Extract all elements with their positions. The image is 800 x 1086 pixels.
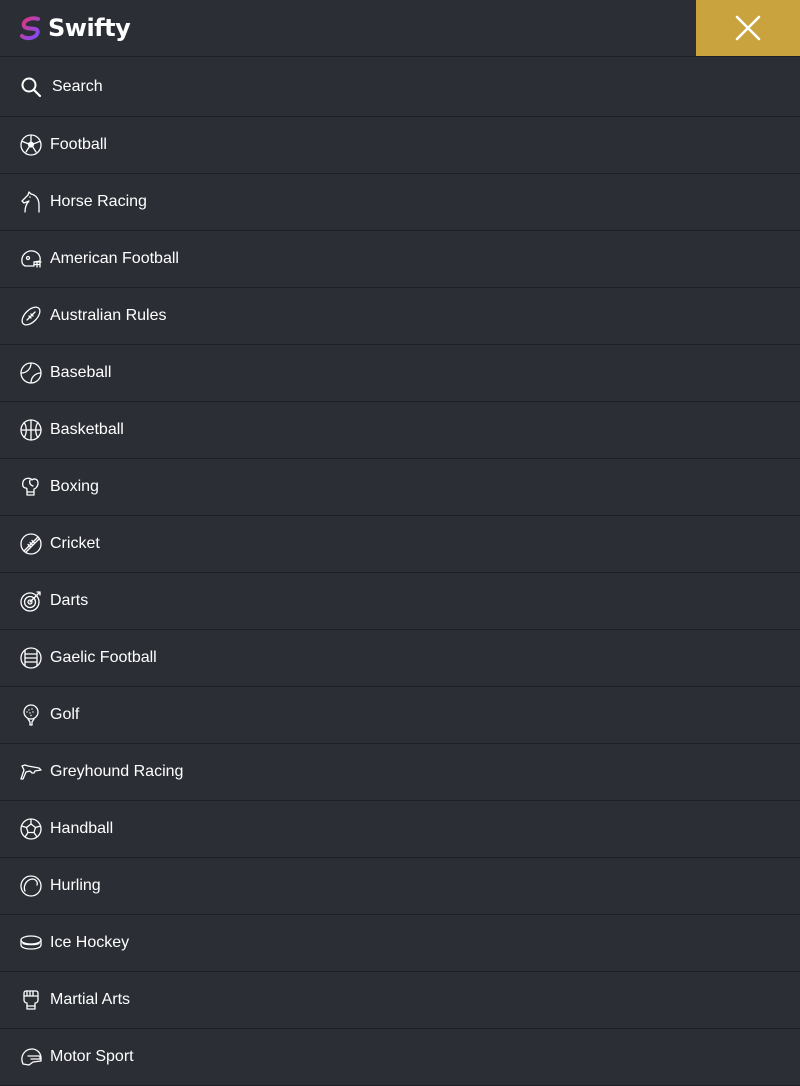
football-icon — [19, 133, 43, 157]
greyhound-icon — [19, 760, 43, 784]
sport-item-gaelic-football[interactable]: Gaelic Football — [0, 630, 800, 687]
sport-item-basketball[interactable]: Basketball — [0, 402, 800, 459]
sport-item-label: Hurling — [50, 877, 101, 894]
brand-name: Swifty — [48, 14, 131, 42]
sport-item-horse-racing[interactable]: Horse Racing — [0, 174, 800, 231]
mma-glove-icon — [19, 988, 43, 1012]
gaelic-ball-icon — [19, 646, 43, 670]
sport-item-label: Gaelic Football — [50, 649, 157, 666]
sport-item-label: Horse Racing — [50, 193, 147, 210]
sport-item-label: Golf — [50, 706, 80, 723]
sport-item-label: Greyhound Racing — [50, 763, 184, 780]
sport-item-cricket[interactable]: Cricket — [0, 516, 800, 573]
sport-item-hurling[interactable]: Hurling — [0, 858, 800, 915]
baseball-icon — [19, 361, 43, 385]
horse-icon — [19, 190, 43, 214]
search-icon — [21, 77, 42, 97]
oval-ball-icon — [19, 304, 43, 328]
sport-item-label: Martial Arts — [50, 991, 131, 1008]
sport-item-label: Handball — [50, 820, 114, 837]
sport-item-boxing[interactable]: Boxing — [0, 459, 800, 516]
sport-item-motor-sport[interactable]: Motor Sport — [0, 1029, 800, 1086]
dartboard-icon — [19, 589, 43, 613]
sport-item-label: Cricket — [50, 535, 100, 552]
handball-icon — [19, 817, 43, 841]
sport-item-label: Baseball — [50, 364, 112, 381]
sport-item-darts[interactable]: Darts — [0, 573, 800, 630]
sport-item-label: Motor Sport — [50, 1048, 134, 1065]
sport-item-label: Basketball — [50, 421, 124, 438]
sport-item-ice-hockey[interactable]: Ice Hockey — [0, 915, 800, 972]
helmet-icon — [19, 247, 43, 271]
sport-item-martial-arts[interactable]: Martial Arts — [0, 972, 800, 1029]
basketball-icon — [19, 418, 43, 442]
sport-item-baseball[interactable]: Baseball — [0, 345, 800, 402]
search-label: Search — [52, 77, 103, 95]
golf-ball-icon — [19, 703, 43, 727]
search-row[interactable]: Search — [0, 57, 800, 117]
close-icon — [735, 15, 761, 41]
sport-item-australian-rules[interactable]: Australian Rules — [0, 288, 800, 345]
swifty-logo-mark-icon — [20, 16, 40, 41]
brand-logo[interactable]: Swifty — [18, 12, 131, 44]
racing-helmet-icon — [19, 1045, 43, 1069]
sport-item-label: Darts — [50, 592, 89, 609]
puck-icon — [19, 931, 43, 955]
sport-item-handball[interactable]: Handball — [0, 801, 800, 858]
cricket-ball-icon — [19, 532, 43, 556]
sliotar-icon — [19, 874, 43, 898]
sport-item-label: Football — [50, 136, 107, 153]
sport-item-label: Australian Rules — [50, 307, 167, 324]
sport-item-american-football[interactable]: American Football — [0, 231, 800, 288]
sport-item-greyhound-racing[interactable]: Greyhound Racing — [0, 744, 800, 801]
sport-item-golf[interactable]: Golf — [0, 687, 800, 744]
close-menu-button[interactable] — [696, 0, 800, 56]
sports-menu: Football Horse Racing American Football Aus… — [0, 117, 800, 1086]
sport-item-label: Boxing — [50, 478, 99, 495]
sport-item-label: American Football — [50, 250, 179, 267]
boxing-glove-icon — [19, 475, 43, 499]
top-bar: Swifty — [0, 0, 800, 57]
sport-item-football[interactable]: Football — [0, 117, 800, 174]
sport-item-label: Ice Hockey — [50, 934, 130, 951]
